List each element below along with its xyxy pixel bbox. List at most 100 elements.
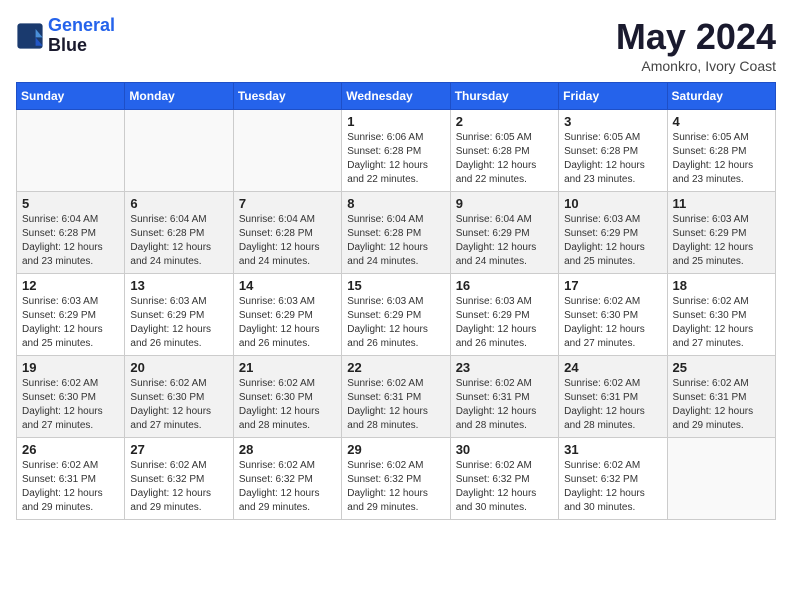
- calendar-day-cell: 16Sunrise: 6:03 AM Sunset: 6:29 PM Dayli…: [450, 274, 558, 356]
- calendar-day-cell: 20Sunrise: 6:02 AM Sunset: 6:30 PM Dayli…: [125, 356, 233, 438]
- calendar-day-cell: [125, 110, 233, 192]
- logo-icon: [16, 22, 44, 50]
- day-info: Sunrise: 6:03 AM Sunset: 6:29 PM Dayligh…: [130, 295, 227, 351]
- weekday-header: Sunday: [17, 83, 125, 110]
- day-info: Sunrise: 6:02 AM Sunset: 6:30 PM Dayligh…: [130, 377, 227, 433]
- title-block: May 2024 Amonkro, Ivory Coast: [616, 16, 776, 74]
- calendar-day-cell: 11 Sunrise: 6:03 AM Sunset: 6:29 PM Dayli…: [667, 192, 775, 274]
- calendar-day-cell: 7Sunrise: 6:04 AM Sunset: 6:28 PM Daylig…: [233, 192, 341, 274]
- day-number: 27: [130, 442, 227, 457]
- weekday-header: Tuesday: [233, 83, 341, 110]
- day-info: Sunrise: 6:03 AM Sunset: 6:29 PM Dayligh…: [347, 295, 444, 351]
- day-info: Sunrise: 6:03 AM Sunset: 6:29 PM Dayligh…: [239, 295, 336, 351]
- day-info: Sunrise: 6:03 AM Sunset: 6:29 PM Dayligh…: [564, 213, 661, 269]
- calendar-week-row: 19 Sunrise: 6:02 AM Sunset: 6:30 PM Dayli…: [17, 356, 776, 438]
- calendar-day-cell: 25 Sunrise: 6:02 AM Sunset: 6:31 PM Dayli…: [667, 356, 775, 438]
- day-number: 22: [347, 360, 444, 375]
- weekday-header: Thursday: [450, 83, 558, 110]
- day-number: 4: [673, 114, 770, 129]
- day-info: Sunrise: 6:05 AM Sunset: 6:28 PM Dayligh…: [564, 131, 661, 187]
- weekday-header: Wednesday: [342, 83, 450, 110]
- day-number: 29: [347, 442, 444, 457]
- day-info: Sunrise: 6:02 AM Sunset: 6:30 PM Dayligh…: [22, 377, 119, 433]
- day-number: 25: [673, 360, 770, 375]
- calendar-title: May 2024: [616, 16, 776, 58]
- day-number: 21: [239, 360, 336, 375]
- day-number: 13: [130, 278, 227, 293]
- day-number: 31: [564, 442, 661, 457]
- calendar-day-cell: 9Sunrise: 6:04 AM Sunset: 6:29 PM Daylig…: [450, 192, 558, 274]
- calendar-day-cell: 30Sunrise: 6:02 AM Sunset: 6:32 PM Dayli…: [450, 438, 558, 520]
- calendar-day-cell: 22 Sunrise: 6:02 AM Sunset: 6:31 PM Dayli…: [342, 356, 450, 438]
- day-info: Sunrise: 6:02 AM Sunset: 6:31 PM Dayligh…: [347, 377, 444, 433]
- day-number: 3: [564, 114, 661, 129]
- calendar-day-cell: 29 Sunrise: 6:02 AM Sunset: 6:32 PM Dayli…: [342, 438, 450, 520]
- day-number: 2: [456, 114, 553, 129]
- calendar-day-cell: 12Sunrise: 6:03 AM Sunset: 6:29 PM Dayli…: [17, 274, 125, 356]
- day-number: 19: [22, 360, 119, 375]
- day-info: Sunrise: 6:02 AM Sunset: 6:32 PM Dayligh…: [130, 459, 227, 515]
- calendar-day-cell: 6 Sunrise: 6:04 AM Sunset: 6:28 PM Daylig…: [125, 192, 233, 274]
- day-info: Sunrise: 6:02 AM Sunset: 6:32 PM Dayligh…: [456, 459, 553, 515]
- calendar-day-cell: 19 Sunrise: 6:02 AM Sunset: 6:30 PM Dayli…: [17, 356, 125, 438]
- calendar-day-cell: [667, 438, 775, 520]
- day-number: 15: [347, 278, 444, 293]
- day-number: 24: [564, 360, 661, 375]
- day-info: Sunrise: 6:05 AM Sunset: 6:28 PM Dayligh…: [456, 131, 553, 187]
- day-number: 10: [564, 196, 661, 211]
- calendar-day-cell: 21 Sunrise: 6:02 AM Sunset: 6:30 PM Dayli…: [233, 356, 341, 438]
- calendar-day-cell: 23Sunrise: 6:02 AM Sunset: 6:31 PM Dayli…: [450, 356, 558, 438]
- page-header: General Blue May 2024 Amonkro, Ivory Coa…: [16, 16, 776, 74]
- calendar-day-cell: [17, 110, 125, 192]
- day-number: 1: [347, 114, 444, 129]
- day-info: Sunrise: 6:04 AM Sunset: 6:28 PM Dayligh…: [22, 213, 119, 269]
- day-info: Sunrise: 6:02 AM Sunset: 6:31 PM Dayligh…: [564, 377, 661, 433]
- day-number: 5: [22, 196, 119, 211]
- day-number: 18: [673, 278, 770, 293]
- calendar-day-cell: 15 Sunrise: 6:03 AM Sunset: 6:29 PM Dayli…: [342, 274, 450, 356]
- day-number: 12: [22, 278, 119, 293]
- calendar-day-cell: 10 Sunrise: 6:03 AM Sunset: 6:29 PM Dayli…: [559, 192, 667, 274]
- day-info: Sunrise: 6:06 AM Sunset: 6:28 PM Dayligh…: [347, 131, 444, 187]
- day-number: 17: [564, 278, 661, 293]
- day-info: Sunrise: 6:02 AM Sunset: 6:30 PM Dayligh…: [239, 377, 336, 433]
- calendar-day-cell: 2 Sunrise: 6:05 AM Sunset: 6:28 PM Daylig…: [450, 110, 558, 192]
- calendar-day-cell: 31Sunrise: 6:02 AM Sunset: 6:32 PM Dayli…: [559, 438, 667, 520]
- calendar-header-row: SundayMondayTuesdayWednesdayThursdayFrid…: [17, 83, 776, 110]
- day-number: 16: [456, 278, 553, 293]
- day-number: 11: [673, 196, 770, 211]
- day-number: 28: [239, 442, 336, 457]
- calendar-day-cell: 5 Sunrise: 6:04 AM Sunset: 6:28 PM Daylig…: [17, 192, 125, 274]
- calendar-day-cell: 14 Sunrise: 6:03 AM Sunset: 6:29 PM Dayli…: [233, 274, 341, 356]
- day-info: Sunrise: 6:04 AM Sunset: 6:28 PM Dayligh…: [130, 213, 227, 269]
- day-number: 14: [239, 278, 336, 293]
- calendar-week-row: 1 Sunrise: 6:06 AM Sunset: 6:28 PM Daylig…: [17, 110, 776, 192]
- calendar-day-cell: 3 Sunrise: 6:05 AM Sunset: 6:28 PM Daylig…: [559, 110, 667, 192]
- calendar-location: Amonkro, Ivory Coast: [616, 58, 776, 74]
- day-info: Sunrise: 6:02 AM Sunset: 6:31 PM Dayligh…: [673, 377, 770, 433]
- calendar-day-cell: 17Sunrise: 6:02 AM Sunset: 6:30 PM Dayli…: [559, 274, 667, 356]
- day-number: 7: [239, 196, 336, 211]
- calendar-day-cell: 13 Sunrise: 6:03 AM Sunset: 6:29 PM Dayli…: [125, 274, 233, 356]
- day-info: Sunrise: 6:04 AM Sunset: 6:28 PM Dayligh…: [347, 213, 444, 269]
- calendar-day-cell: 4 Sunrise: 6:05 AM Sunset: 6:28 PM Daylig…: [667, 110, 775, 192]
- calendar-table: SundayMondayTuesdayWednesdayThursdayFrid…: [16, 82, 776, 520]
- day-info: Sunrise: 6:04 AM Sunset: 6:29 PM Dayligh…: [456, 213, 553, 269]
- calendar-day-cell: 24 Sunrise: 6:02 AM Sunset: 6:31 PM Dayli…: [559, 356, 667, 438]
- calendar-day-cell: 1 Sunrise: 6:06 AM Sunset: 6:28 PM Daylig…: [342, 110, 450, 192]
- calendar-week-row: 5 Sunrise: 6:04 AM Sunset: 6:28 PM Daylig…: [17, 192, 776, 274]
- day-info: Sunrise: 6:02 AM Sunset: 6:31 PM Dayligh…: [456, 377, 553, 433]
- calendar-day-cell: 8Sunrise: 6:04 AM Sunset: 6:28 PM Daylig…: [342, 192, 450, 274]
- weekday-header: Friday: [559, 83, 667, 110]
- calendar-week-row: 26Sunrise: 6:02 AM Sunset: 6:31 PM Dayli…: [17, 438, 776, 520]
- logo-text: General Blue: [48, 16, 115, 56]
- calendar-week-row: 12 Sunrise: 6:03 AM Sunset: 6:29 PM Dayli…: [17, 274, 776, 356]
- weekday-header: Monday: [125, 83, 233, 110]
- calendar-day-cell: [233, 110, 341, 192]
- day-info: Sunrise: 6:05 AM Sunset: 6:28 PM Dayligh…: [673, 131, 770, 187]
- weekday-header: Saturday: [667, 83, 775, 110]
- day-info: Sunrise: 6:03 AM Sunset: 6:29 PM Dayligh…: [673, 213, 770, 269]
- calendar-day-cell: 28Sunrise: 6:02 AM Sunset: 6:32 PM Dayli…: [233, 438, 341, 520]
- day-number: 6: [130, 196, 227, 211]
- day-info: Sunrise: 6:02 AM Sunset: 6:32 PM Dayligh…: [347, 459, 444, 515]
